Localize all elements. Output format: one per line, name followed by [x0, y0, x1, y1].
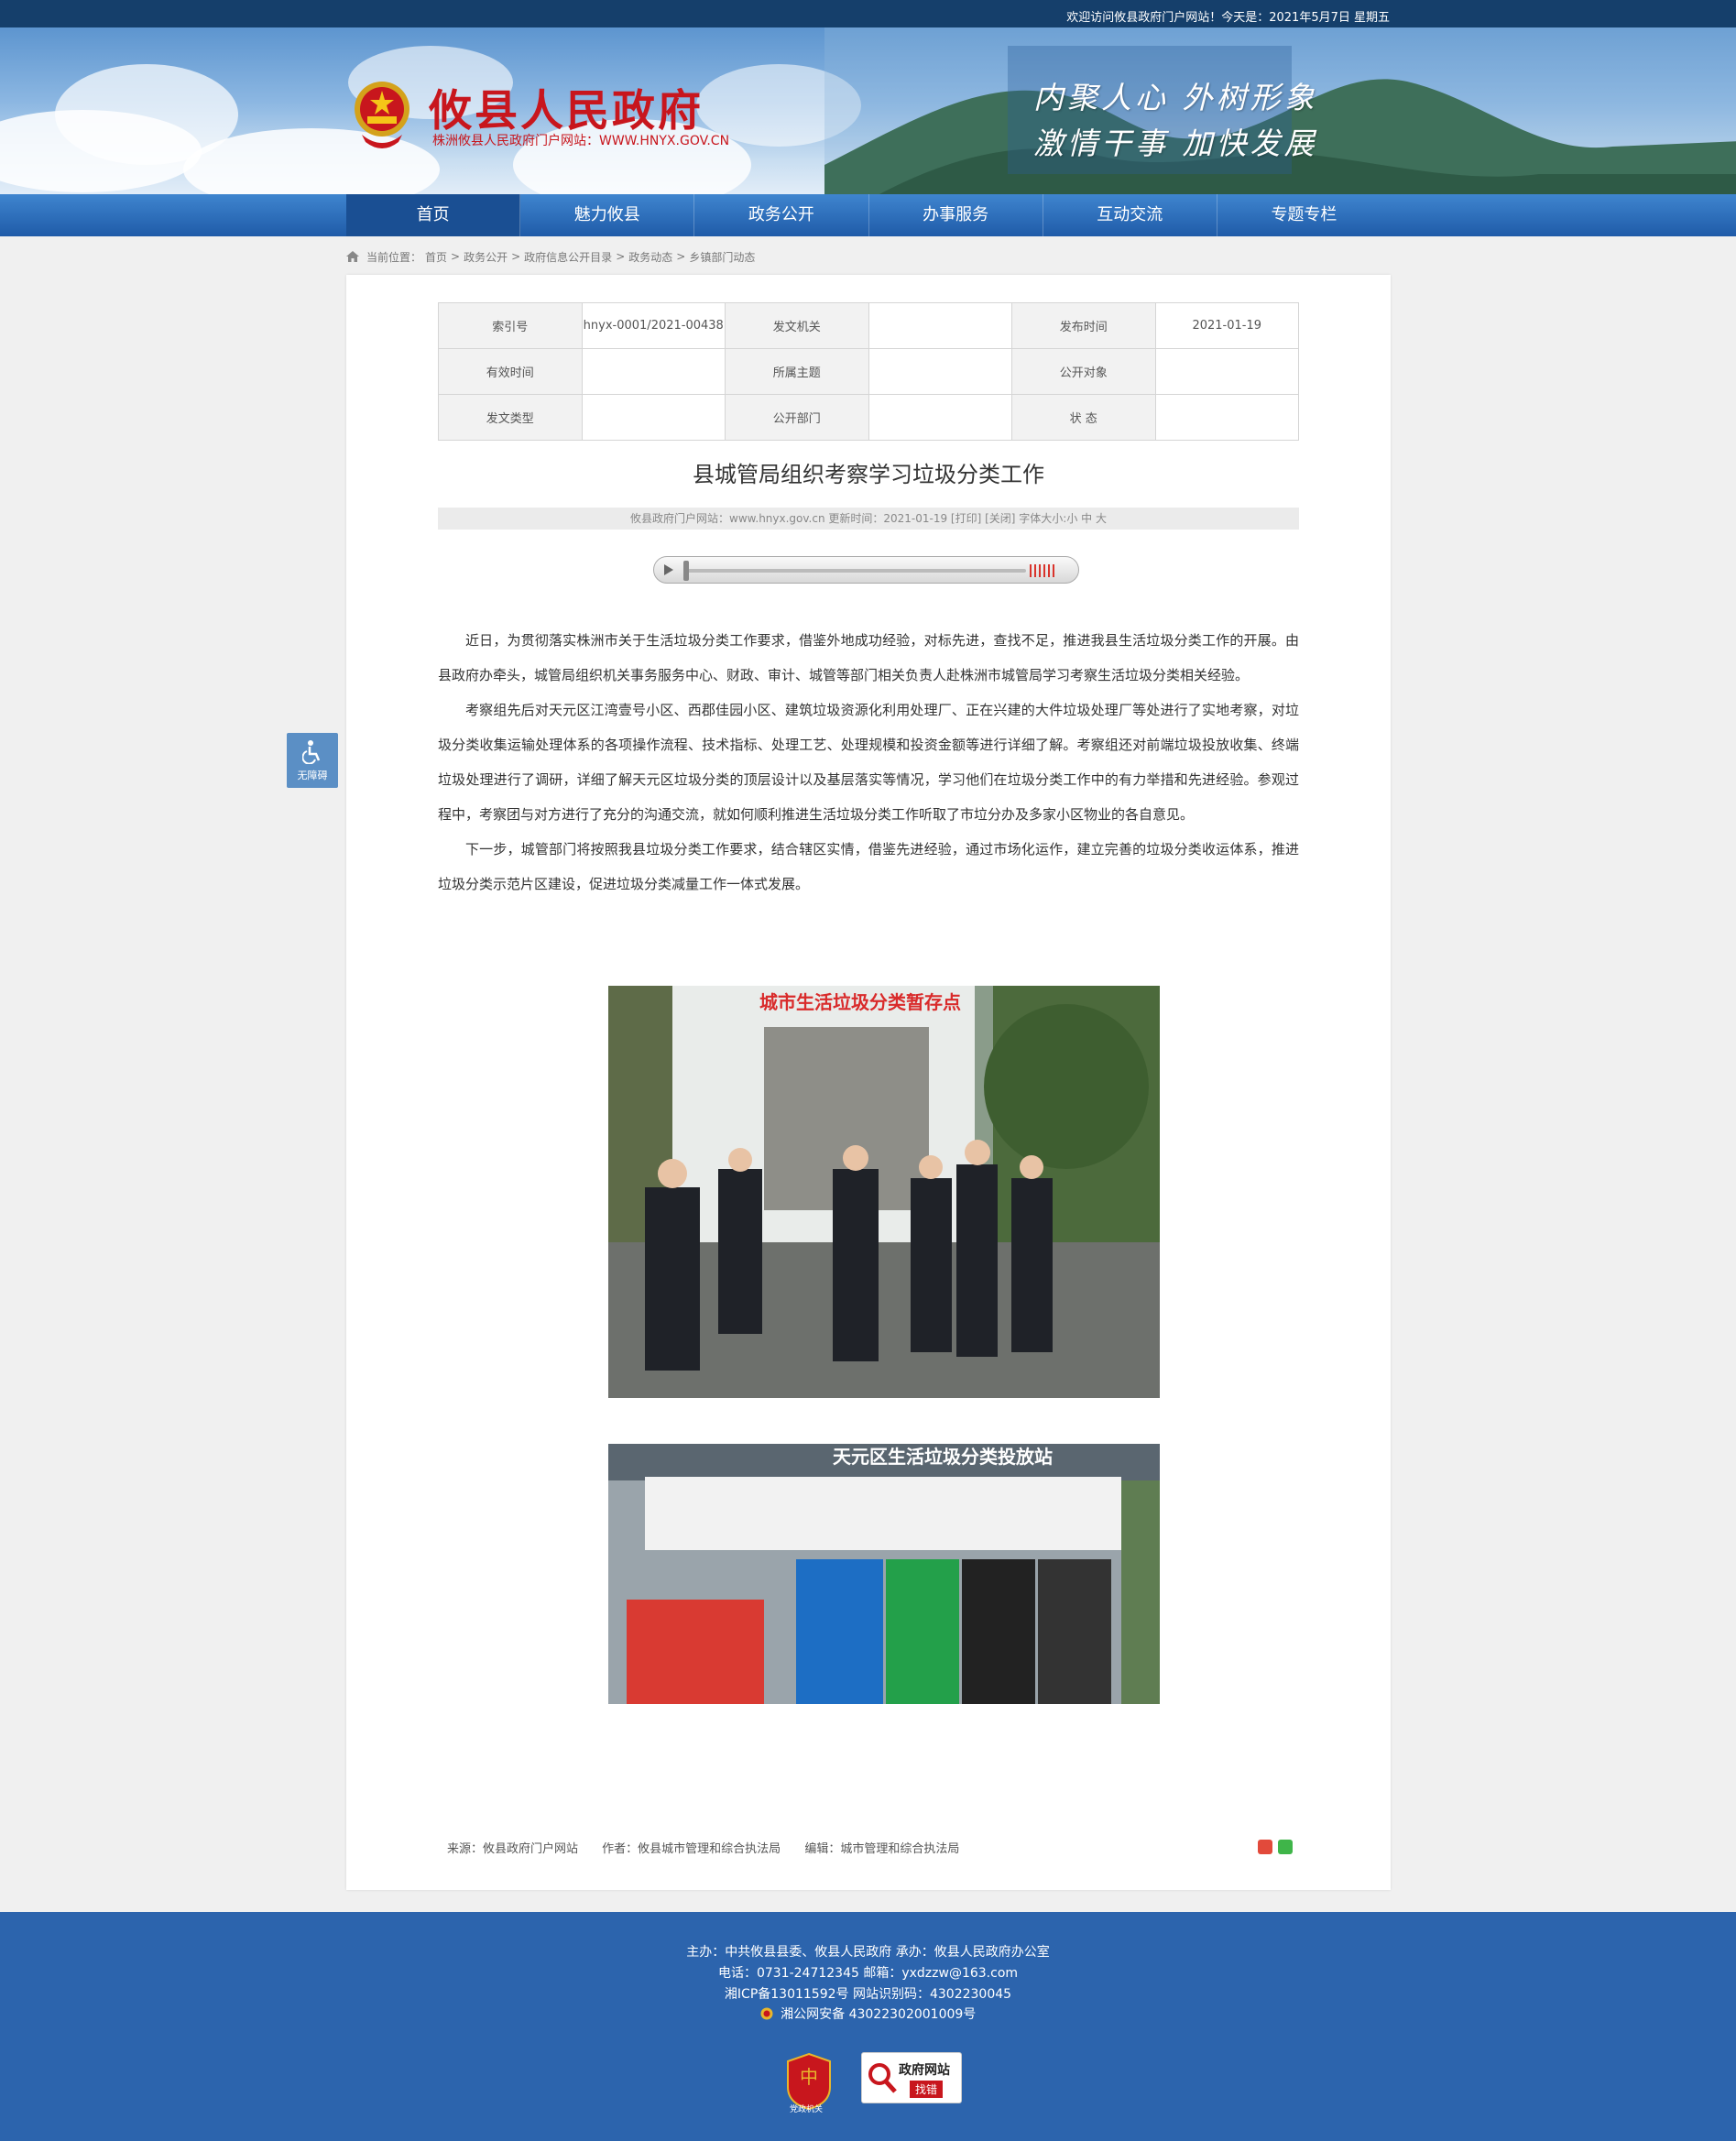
home-icon — [346, 251, 359, 262]
breadcrumb-news[interactable]: 政务动态 — [628, 249, 672, 265]
top-bar: 欢迎访问攸县政府门户网站！今天是：2021年5月7日 星期五 — [0, 0, 1736, 27]
article-paragraph: 考察组先后对天元区江湾壹号小区、西郡佳园小区、建筑垃圾资源化利用处理厂、正在兴建… — [438, 702, 1299, 823]
report-error-badge[interactable]: 政府网站 找错 — [861, 2052, 962, 2103]
breadcrumb-gov-affairs[interactable]: 政务公开 — [464, 249, 508, 265]
main-nav: 首页 魅力攸县 政务公开 办事服务 互动交流 专题专栏 — [0, 194, 1736, 236]
report-badge-title: 政府网站 — [899, 2063, 950, 2078]
site-footer: 主办：中共攸县县委、攸县人民政府 承办：攸县人民政府办公室 电话：0731-24… — [0, 1912, 1736, 2141]
meta-dept-value — [868, 394, 1012, 441]
article-body: 近日，为贯彻落实株洲市关于生活垃圾分类工作要求，借鉴外地成功经验，对标先进，查找… — [438, 623, 1299, 901]
wechat-share-icon[interactable] — [1278, 1840, 1293, 1854]
welcome-text: 欢迎访问攸县政府门户网站！今天是：2021年5月7日 星期五 — [1066, 11, 1390, 25]
audio-player[interactable] — [653, 556, 1079, 584]
article-photo-inspection: 城市生活垃圾分类暂存点 — [608, 986, 1160, 1398]
breadcrumb-directory[interactable]: 政府信息公开目录 — [524, 249, 612, 265]
meta-valid-label: 有效时间 — [438, 348, 583, 395]
meta-topic-label: 所属主题 — [725, 348, 869, 395]
meta-issuer-label: 发文机关 — [725, 302, 869, 349]
play-icon[interactable] — [660, 562, 676, 578]
article-title: 县城管局组织考察学习垃圾分类工作 — [693, 462, 1044, 487]
meta-issuer-value — [868, 302, 1012, 349]
article-info-bar: 攸县政府门户网站：www.hnyx.gov.cn 更新时间：2021-01-19… — [438, 508, 1299, 530]
accessibility-label: 无障碍 — [297, 770, 328, 781]
article-photo-sorting-station: 天元区生活垃圾分类投放站 — [608, 1444, 1160, 1704]
meta-valid-value — [581, 348, 726, 395]
meta-index-value: hnyx-0001/2021-00438 — [581, 302, 726, 349]
svg-text:中: 中 — [800, 2066, 818, 2088]
meta-doctype-label: 发文类型 — [438, 394, 583, 441]
meta-topic-value — [868, 348, 1012, 395]
breadcrumb-separator: > — [511, 250, 521, 263]
meta-dept-label: 公开部门 — [725, 394, 869, 441]
volume-icon[interactable] — [1030, 564, 1057, 577]
meta-status-value — [1154, 394, 1299, 441]
police-badge-icon — [760, 2007, 773, 2020]
photo2-sign-text: 天元区生活垃圾分类投放站 — [833, 1446, 1053, 1468]
audio-progress-knob[interactable] — [683, 561, 689, 581]
metadata-table: 索引号 hnyx-0001/2021-00438 发文机关 发布时间 2021-… — [438, 302, 1299, 441]
magnifier-icon — [868, 2063, 897, 2093]
breadcrumb-dept-news[interactable]: 乡镇部门动态 — [689, 249, 755, 265]
nav-item-charm[interactable]: 魅力攸县 — [520, 194, 695, 236]
article-panel: 索引号 hnyx-0001/2021-00438 发文机关 发布时间 2021-… — [346, 275, 1391, 1890]
report-badge-subtitle: 找错 — [910, 2081, 944, 2098]
footer-police-record: 湘公网安备 43022302001009号 — [0, 2004, 1736, 2023]
article-source: 来源：攸县政府门户网站 — [447, 1842, 579, 1856]
footer-icp: 湘ICP备13011592号 网站识别码：4302230045 — [724, 1987, 1012, 2002]
article-attribution: 来源：攸县政府门户网站 作者：攸县城市管理和综合执法局 编辑：城市管理和综合执法… — [447, 1839, 979, 1856]
national-emblem-icon — [355, 82, 409, 148]
site-title: 攸县人民政府 — [429, 86, 704, 137]
site-subtitle: 株洲攸县人民政府门户网站：WWW.HNYX.GOV.CN — [432, 134, 730, 148]
meta-pubdate-label: 发布时间 — [1011, 302, 1156, 349]
meta-audience-value — [1154, 348, 1299, 395]
share-icons — [1258, 1840, 1293, 1854]
article-author: 作者：攸县城市管理和综合执法局 — [602, 1842, 781, 1856]
breadcrumb-prefix: 当前位置： — [366, 250, 422, 264]
footer-contact: 电话：0731-24712345 邮箱：yxdzzw@163.com — [717, 1966, 1019, 1981]
party-badge-label: 党政机关 — [790, 2105, 824, 2114]
nav-item-home[interactable]: 首页 — [346, 194, 521, 236]
weibo-share-icon[interactable] — [1258, 1840, 1272, 1854]
article-paragraph: 近日，为贯彻落实株洲市关于生活垃圾分类工作要求，借鉴外地成功经验，对标先进，查找… — [438, 632, 1299, 683]
meta-index-label: 索引号 — [438, 302, 583, 349]
meta-status-label: 状 态 — [1011, 394, 1156, 441]
photo1-sign-text: 城市生活垃圾分类暂存点 — [759, 991, 961, 1013]
nav-item-interaction[interactable]: 互动交流 — [1043, 194, 1217, 236]
meta-doctype-value — [581, 394, 726, 441]
nav-item-services[interactable]: 办事服务 — [869, 194, 1043, 236]
breadcrumb-separator: > — [616, 250, 626, 263]
accessibility-button[interactable]: 无障碍 — [287, 733, 338, 788]
breadcrumb-separator: > — [451, 250, 461, 263]
article-paragraph: 下一步，城管部门将按照我县垃圾分类工作要求，结合辖区实情，借鉴先进经验，通过市场… — [438, 841, 1299, 892]
nav-item-gov-affairs[interactable]: 政务公开 — [694, 194, 869, 236]
breadcrumb-separator: > — [676, 250, 686, 263]
meta-pubdate-value: 2021-01-19 — [1154, 302, 1299, 349]
slogan-line-2: 激情干事 加快发展 — [1033, 126, 1318, 161]
breadcrumb-home[interactable]: 首页 — [425, 249, 447, 265]
footer-sponsor: 主办：中共攸县县委、攸县人民政府 承办：攸县人民政府办公室 — [686, 1945, 1050, 1960]
slogan-line-1: 内聚人心 外树形象 — [1033, 80, 1318, 115]
meta-audience-label: 公开对象 — [1011, 348, 1156, 395]
audio-progress-track[interactable] — [687, 569, 1026, 573]
wheelchair-icon — [302, 740, 321, 764]
nav-item-topics[interactable]: 专题专栏 — [1217, 194, 1391, 236]
breadcrumb: 当前位置： 首页 > 政务公开 > 政府信息公开目录 > 政务动态 > 乡镇部门… — [346, 247, 759, 266]
article-editor: 编辑：城市管理和综合执法局 — [804, 1842, 960, 1856]
site-header: 攸县人民政府 株洲攸县人民政府门户网站：WWW.HNYX.GOV.CN 内聚人心… — [0, 27, 1736, 194]
